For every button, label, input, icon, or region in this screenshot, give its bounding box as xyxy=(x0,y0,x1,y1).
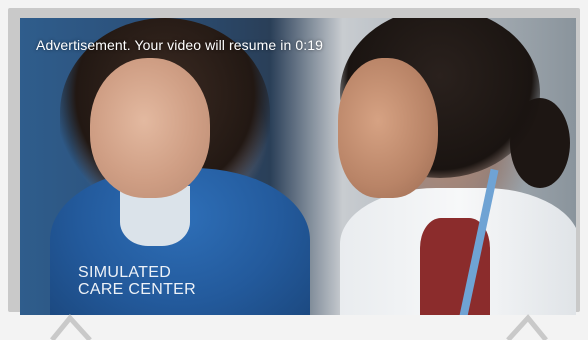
watermark-line-1: SIMULATED xyxy=(78,264,172,281)
ad-countdown-message: Advertisement. Your video will resume in… xyxy=(36,37,323,53)
video-frame-doctor-face xyxy=(338,58,438,198)
tv-frame: Advertisement. Your video will resume in… xyxy=(8,8,580,315)
watermark-line-2: CARE CENTER xyxy=(78,281,196,298)
video-player[interactable]: Advertisement. Your video will resume in… xyxy=(20,18,576,315)
brand-watermark: SIMULATED CARE CENTER xyxy=(78,264,196,298)
video-frame-nurse-face xyxy=(90,58,210,198)
